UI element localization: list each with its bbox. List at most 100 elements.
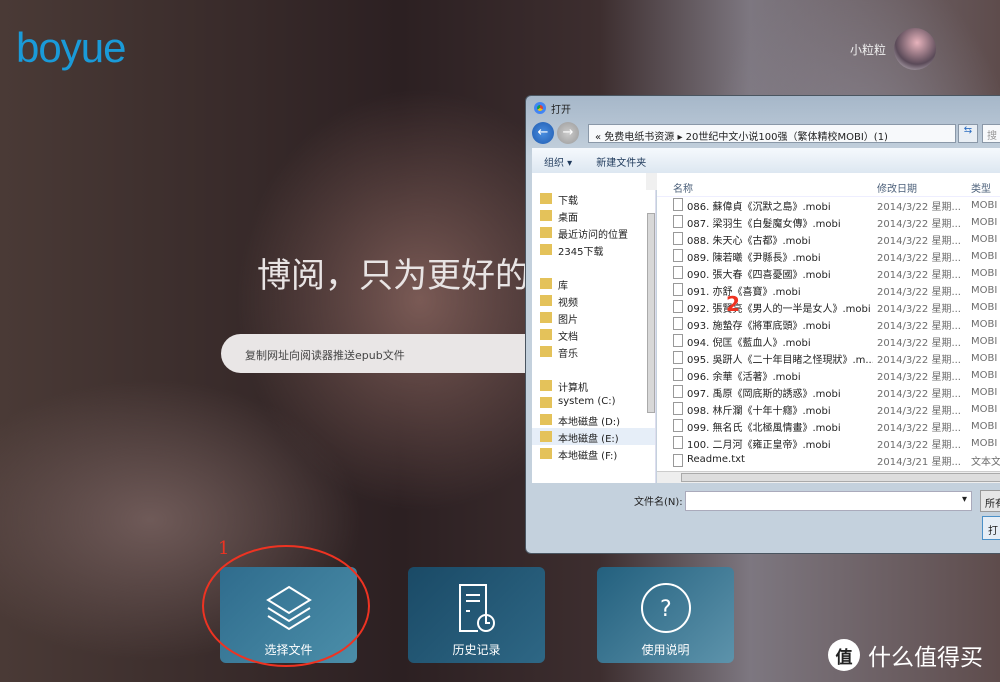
file-date: 2014/3/22 星期... [877, 321, 961, 332]
file-row[interactable]: 093. 施蟄存《將軍底頭》.mobi 2014/3/22 星期... MOBI [657, 316, 1000, 333]
nav-item[interactable]: system (C:) [532, 394, 655, 411]
file-date: 2014/3/22 星期... [877, 202, 961, 213]
svg-text:?: ? [660, 597, 672, 622]
file-date: 2014/3/22 星期... [877, 287, 961, 298]
file-type-filter[interactable]: 所有 [980, 490, 1000, 512]
file-type: MOBI [971, 234, 998, 245]
nav-item[interactable]: 图片 [532, 309, 655, 326]
horizontal-scrollbar[interactable] [657, 471, 1000, 483]
nav-item[interactable]: 本地磁盘 (E:) [532, 428, 655, 445]
file-name: 086. 蘇偉貞《沉默之島》.mobi [687, 202, 831, 213]
file-row[interactable]: 089. 陳若曦《尹縣長》.mobi 2014/3/22 星期... MOBI [657, 248, 1000, 265]
history-button[interactable]: 历史记录 [408, 567, 545, 663]
forward-button[interactable]: → [557, 122, 579, 144]
annotation-number-1: 1 [218, 538, 230, 559]
folder-icon [540, 312, 552, 323]
file-row[interactable]: 090. 張大春《四喜憂國》.mobi 2014/3/22 星期... MOBI [657, 265, 1000, 282]
file-name: 090. 張大春《四喜憂國》.mobi [687, 270, 831, 281]
file-type: MOBI [971, 302, 998, 313]
organize-menu[interactable]: 组织 ▾ [544, 154, 572, 169]
folder-icon [540, 431, 552, 442]
refresh-icon[interactable]: ⇆ [958, 124, 978, 143]
file-name: 091. 亦舒《喜寶》.mobi [687, 287, 801, 298]
nav-item[interactable]: 库 [532, 275, 655, 292]
nav-item[interactable]: 最近访问的位置 [532, 224, 655, 241]
nav-item[interactable]: 计算机 [532, 377, 655, 394]
nav-item[interactable]: 音乐 [532, 343, 655, 360]
file-date: 2014/3/22 星期... [877, 423, 961, 434]
file-type: MOBI [971, 200, 998, 211]
column-type[interactable]: 类型 [971, 180, 991, 196]
file-row[interactable]: 096. 余華《活著》.mobi 2014/3/22 星期... MOBI [657, 367, 1000, 384]
filename-input[interactable] [685, 491, 972, 511]
file-row[interactable]: 099. 無名氏《北極風情畫》.mobi 2014/3/22 星期... MOBI [657, 418, 1000, 435]
file-date: 2014/3/22 星期... [877, 236, 961, 247]
nav-item[interactable]: 文档 [532, 326, 655, 343]
navigation-pane: 下载 桌面 最近访问的位置 2345下载库视频 图片 文档 音乐计算机 system (C:)… [532, 173, 672, 483]
folder-icon [540, 397, 552, 408]
folder-icon [540, 346, 552, 357]
file-list: 名称 修改日期 类型 086. 蘇偉貞《沉默之島》.mobi 2014/3/22 星期… [657, 173, 1000, 471]
file-name: 093. 施蟄存《將軍底頭》.mobi [687, 321, 831, 332]
folder-icon [540, 210, 552, 221]
nav-item[interactable]: 本地磁盘 (F:) [532, 445, 655, 462]
file-type: MOBI [971, 319, 998, 330]
username[interactable]: 小粒粒 [850, 41, 886, 58]
boyue-logo[interactable]: boyue [16, 24, 126, 72]
file-row[interactable]: 094. 倪匡《藍血人》.mobi 2014/3/22 星期... MOBI [657, 333, 1000, 350]
file-date: 2014/3/22 星期... [877, 338, 961, 349]
file-icon [673, 419, 683, 432]
url-push-input[interactable]: 复制网址向阅读器推送epub文件 [221, 334, 531, 373]
file-name: 100. 二月河《雍正皇帝》.mobi [687, 440, 831, 451]
file-icon [673, 368, 683, 381]
file-icon [673, 454, 683, 467]
back-button[interactable]: ← [532, 122, 554, 144]
file-row[interactable]: 098. 林斤瀾《十年十癮》.mobi 2014/3/22 星期... MOBI [657, 401, 1000, 418]
nav-item[interactable]: 下载 [532, 190, 655, 207]
help-icon: ? [640, 583, 691, 633]
nav-item[interactable]: 本地磁盘 (D:) [532, 411, 655, 428]
file-date: 2014/3/22 星期... [877, 372, 961, 383]
file-icon [673, 402, 683, 415]
file-row[interactable]: Readme.txt 2014/3/21 星期... 文本文 [657, 452, 1000, 469]
search-input[interactable]: 搜 [982, 124, 1000, 143]
column-name[interactable]: 名称 [657, 180, 873, 196]
file-row[interactable]: 095. 吳趼人《二十年目睹之怪現狀》.m... 2014/3/22 星期... M… [657, 350, 1000, 367]
help-button[interactable]: ? 使用说明 [597, 567, 734, 663]
file-row[interactable]: 100. 二月河《雍正皇帝》.mobi 2014/3/22 星期... MOBI [657, 435, 1000, 452]
avatar[interactable] [894, 28, 936, 70]
file-date: 2014/3/22 星期... [877, 219, 961, 230]
file-type: MOBI [971, 285, 998, 296]
file-row[interactable]: 086. 蘇偉貞《沉默之島》.mobi 2014/3/22 星期... MOBI [657, 197, 1000, 214]
annotation-circle [202, 545, 370, 667]
file-row[interactable]: 088. 朱天心《古都》.mobi 2014/3/22 星期... MOBI [657, 231, 1000, 248]
file-type: MOBI [971, 353, 998, 364]
file-type: MOBI [971, 438, 998, 449]
file-name: 094. 倪匡《藍血人》.mobi [687, 338, 811, 349]
open-button[interactable]: 打 [982, 516, 1000, 540]
folder-icon [540, 380, 552, 391]
file-row[interactable]: 097. 禹原《岡底斯的誘惑》.mobi 2014/3/22 星期... MOBI [657, 384, 1000, 401]
smzdm-watermark: 值什么值得买 [828, 638, 983, 672]
file-date: 2014/3/22 星期... [877, 355, 961, 366]
nav-item[interactable]: 桌面 [532, 207, 655, 224]
file-row[interactable]: 087. 梁羽生《白髮魔女傳》.mobi 2014/3/22 星期... MOBI [657, 214, 1000, 231]
nav-item [532, 258, 655, 275]
file-row[interactable]: 091. 亦舒《喜寶》.mobi 2014/3/22 星期... MOBI [657, 282, 1000, 299]
file-type: MOBI [971, 404, 998, 415]
address-bar[interactable]: « 免费电纸书资源 ▸ 20世纪中文小说100强（繁体精校MOBI）(1) [588, 124, 956, 143]
file-type: MOBI [971, 421, 998, 432]
file-date: 2014/3/22 星期... [877, 304, 961, 315]
column-date[interactable]: 修改日期 [873, 180, 971, 196]
file-date: 2014/3/22 星期... [877, 253, 961, 264]
file-date: 2014/3/22 星期... [877, 389, 961, 400]
file-icon [673, 317, 683, 330]
dialog-title: 打开 [551, 104, 571, 116]
file-icon [673, 283, 683, 296]
nav-item[interactable]: 2345下载 [532, 241, 655, 258]
file-date: 2014/3/22 星期... [877, 270, 961, 281]
file-icon [673, 300, 683, 313]
file-row[interactable]: 092. 張賢亮《男人的一半是女人》.mobi 2014/3/22 星期... MO… [657, 299, 1000, 316]
new-folder-button[interactable]: 新建文件夹 [596, 154, 646, 169]
nav-item[interactable]: 视频 [532, 292, 655, 309]
